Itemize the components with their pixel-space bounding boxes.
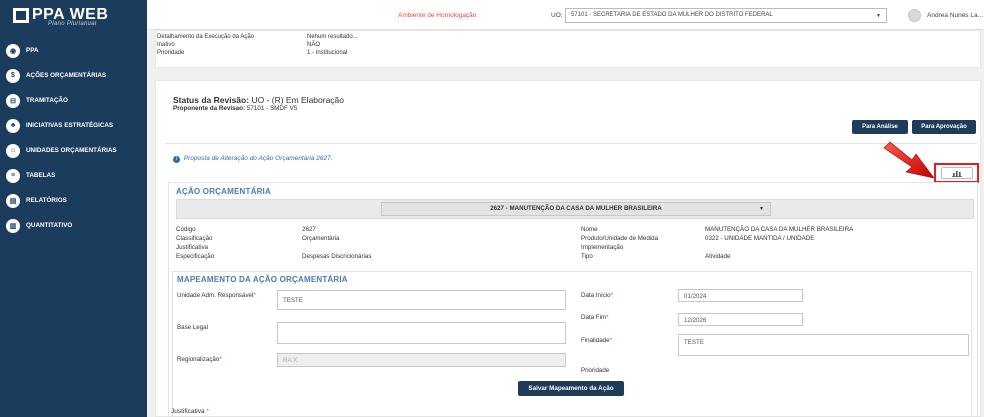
info-panel: Detalhamento da Execução da Ação Nehum r…	[155, 30, 981, 68]
uo-label: UO:	[551, 12, 563, 19]
proponente-value: 57101 - SMDF V5	[246, 105, 298, 112]
environment-label: Ambiente de Homologação	[398, 12, 477, 19]
produto-label: Produto/Unidade de Medida	[581, 235, 659, 242]
sidebar-item-label: TABELAS	[26, 172, 56, 179]
info-value: NÃO	[307, 42, 321, 48]
acao-select[interactable]: 2627 - MANUTENÇÃO DA CASA DA MULHER BRAS…	[381, 202, 771, 216]
avatar[interactable]	[908, 9, 921, 22]
implementacao-label: Implementação	[581, 244, 624, 251]
data-inicio-label: Data Início*	[581, 292, 613, 299]
proposta-info: i Proposta de Alteração do Ação Orçament…	[173, 155, 333, 163]
uo-select[interactable]: 57101 - SECRETARIA DE ESTADO DA MULHER D…	[565, 8, 887, 23]
user-name[interactable]: Andrea Nunes La...	[927, 12, 983, 19]
sidebar-item-label: TRAMITAÇÃO	[26, 97, 68, 104]
info-key: Detalhamento da Execução da Ação	[157, 34, 255, 40]
justificativa-label: Justificativa	[176, 244, 208, 251]
building-icon: ⌂	[6, 143, 20, 158]
info-key: Prioridade	[157, 50, 185, 56]
logo-subtitle: Plano Plurianual	[48, 21, 97, 27]
para-aprovacao-button[interactable]: Para Aprovação	[912, 120, 976, 134]
finalidade-label: Finalidade*	[581, 337, 612, 344]
users-icon: ♣	[6, 118, 20, 133]
inbox-icon: ⊟	[6, 93, 20, 108]
bar-chart-icon: ▥	[6, 218, 20, 233]
tipo-label: Tipo	[581, 253, 593, 260]
produto-value: 0322 - UNIDADE MANTIDA / UNIDADE	[705, 235, 815, 242]
highlight-box	[934, 163, 979, 183]
acao-title: AÇÃO ORÇAMENTÁRIA	[176, 187, 271, 196]
base-legal-input[interactable]	[277, 322, 566, 344]
sidebar-item[interactable]: ▥ QUANTITATIVO	[0, 213, 147, 238]
sidebar-item-label: RELATÓRIOS	[26, 197, 67, 204]
data-fim-label: Data Fim*	[581, 314, 609, 321]
status-label: Status da Revisão:	[173, 95, 250, 105]
codigo-value: 2627	[302, 226, 316, 233]
nome-label: Nome	[581, 226, 598, 233]
uo-select-value: 57101 - SECRETARIA DE ESTADO DA MULHER D…	[571, 12, 773, 18]
sidebar-item-label: PPA	[26, 47, 39, 54]
data-fim-input[interactable]: 12/2026	[678, 313, 803, 326]
list-icon: ≡	[6, 168, 20, 183]
info-icon: i	[173, 156, 180, 163]
especificacao-label: Especificação	[176, 253, 215, 260]
unidade-input[interactable]: TESTE	[277, 290, 566, 310]
classificacao-value: Orçamentária	[302, 235, 340, 242]
classificacao-label: Classificação	[176, 235, 213, 242]
sidebar-item-label: QUANTITATIVO	[26, 222, 73, 229]
nome-value: MANUTENÇÃO DA CASA DA MULHER BRASILEIRA	[705, 226, 854, 233]
logo-icon	[13, 7, 29, 23]
finalidade-input[interactable]: TESTE	[678, 334, 969, 356]
sidebar-item[interactable]: $ AÇÕES ORÇAMENTÁRIAS	[0, 63, 147, 88]
sidebar-item-label: UNIDADES ORÇAMENTÁRIAS	[26, 147, 117, 154]
mapeamento-title: MAPEAMENTO DA AÇÃO ORÇAMENTÁRIA	[177, 275, 348, 284]
target-icon: ◉	[6, 43, 20, 58]
proponente-label: Proponente da Revisao:	[173, 105, 246, 112]
sidebar-item[interactable]: ◉ PPA	[0, 38, 147, 63]
chevron-down-icon: ▼	[876, 13, 881, 19]
logo-text: PPA WEB	[32, 6, 109, 23]
tipo-value: Atividade	[705, 253, 731, 260]
top-bar: Ambiente de Homologação UO: 57101 - SECR…	[147, 0, 984, 30]
para-analise-button[interactable]: Para Análise	[852, 120, 908, 134]
proposta-text: Proposta de Alteração do Ação Orçamentár…	[183, 155, 333, 162]
regionalizacao-input[interactable]: RA X	[277, 353, 566, 367]
app-logo[interactable]: PPA WEB Plano Plurianual	[13, 3, 138, 27]
salvar-mapeamento-button[interactable]: Salvar Mapeamento da Ação	[518, 381, 624, 396]
codigo-label: Código	[176, 226, 196, 233]
divider	[165, 143, 977, 144]
proponente: Proponente da Revisao: 57101 - SMDF V5	[173, 105, 297, 112]
prioridade-label: Prioridade	[581, 367, 610, 374]
especificacao-value: Despesas Discricionárias	[302, 253, 372, 260]
sidebar-item[interactable]: ▤ RELATÓRIOS	[0, 188, 147, 213]
info-key: Inativo	[157, 42, 175, 48]
base-legal-label: Base Legal	[177, 324, 208, 331]
justificativa-field-label: Justificativa *	[171, 408, 209, 415]
status-value: UO - (R) Em Elaboração	[251, 95, 345, 105]
acao-select-value: 2627 - MANUTENÇÃO DA CASA DA MULHER BRAS…	[490, 205, 662, 212]
red-arrow-icon	[883, 141, 935, 179]
sidebar-item[interactable]: ♣ INICIATIVAS ESTRATÉGICAS	[0, 113, 147, 138]
sidebar-item[interactable]: ⌂ UNIDADES ORÇAMENTÁRIAS	[0, 138, 147, 163]
status-revisao: Status da Revisão: UO - (R) Em Elaboraçã…	[173, 95, 344, 105]
info-value: 1 - Institucional	[307, 50, 348, 56]
unidade-label: Unidade Adm. Responsável*	[177, 292, 256, 299]
sidebar-item[interactable]: ≡ TABELAS	[0, 163, 147, 188]
sidebar-item[interactable]: ⊟ TRAMITAÇÃO	[0, 88, 147, 113]
data-inicio-input[interactable]: 01/2024	[678, 289, 803, 302]
dollar-icon: $	[6, 68, 20, 83]
sidebar: PPA WEB Plano Plurianual ◉ PPA $ AÇÕES ORÇA…	[0, 0, 147, 417]
file-icon: ▤	[6, 193, 20, 208]
sidebar-item-label: INICIATIVAS ESTRATÉGICAS	[26, 122, 114, 129]
sidebar-item-label: AÇÕES ORÇAMENTÁRIAS	[26, 72, 107, 79]
chevron-down-icon: ▼	[759, 206, 764, 212]
info-value: Nehum resultado...	[307, 34, 358, 40]
regionalizacao-label: Regionalização*	[177, 356, 222, 363]
sidebar-nav: ◉ PPA $ AÇÕES ORÇAMENTÁRIAS ⊟ TRAMITAÇÃO ♣ INIC…	[0, 38, 147, 238]
